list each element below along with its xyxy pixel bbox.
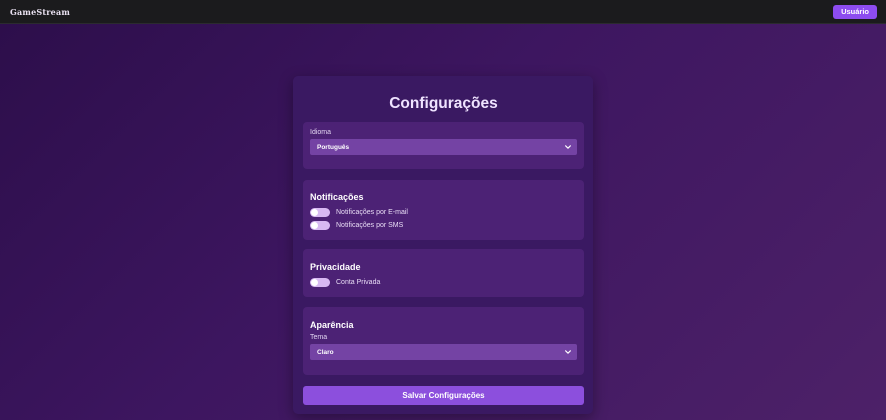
page-title: Configurações bbox=[389, 95, 498, 112]
private-account-toggle[interactable] bbox=[310, 277, 330, 287]
app-logo[interactable]: GameStream bbox=[10, 7, 70, 17]
notifications-heading: Notificações bbox=[310, 192, 364, 202]
language-selected-value: Português bbox=[317, 143, 350, 151]
email-notifications-label: Notificações por E-mail bbox=[336, 208, 408, 216]
private-account-label: Conta Privada bbox=[336, 278, 381, 286]
theme-label: Tema bbox=[310, 334, 328, 341]
language-section: Idioma Português bbox=[303, 122, 584, 169]
sms-notifications-label: Notificações por SMS bbox=[336, 221, 404, 229]
settings-card: Configurações Idioma Português Notificaç… bbox=[293, 76, 593, 414]
language-label: Idioma bbox=[310, 129, 332, 136]
chevron-down-icon bbox=[565, 350, 571, 354]
theme-selected-value: Claro bbox=[317, 348, 334, 356]
email-notifications-row: Notificações por E-mail bbox=[310, 206, 577, 218]
privacy-section: Privacidade Conta Privada bbox=[303, 249, 584, 297]
chevron-down-icon bbox=[565, 145, 571, 149]
appearance-section: Aparência Tema Claro bbox=[303, 307, 584, 375]
notifications-section: Notificações Notificações por E-mail Not… bbox=[303, 180, 584, 240]
appearance-heading: Aparência bbox=[310, 320, 354, 330]
theme-select[interactable]: Claro bbox=[310, 344, 577, 360]
private-account-row: Conta Privada bbox=[310, 276, 577, 288]
email-notifications-toggle[interactable] bbox=[310, 207, 330, 217]
language-select[interactable]: Português bbox=[310, 139, 577, 155]
privacy-heading: Privacidade bbox=[310, 262, 361, 272]
user-button[interactable]: Usuário bbox=[833, 4, 877, 19]
sms-notifications-row: Notificações por SMS bbox=[310, 219, 577, 231]
sms-notifications-toggle[interactable] bbox=[310, 220, 330, 230]
top-navigation-bar: GameStream Usuário bbox=[0, 0, 886, 24]
save-settings-button[interactable]: Salvar Configurações bbox=[303, 386, 584, 405]
